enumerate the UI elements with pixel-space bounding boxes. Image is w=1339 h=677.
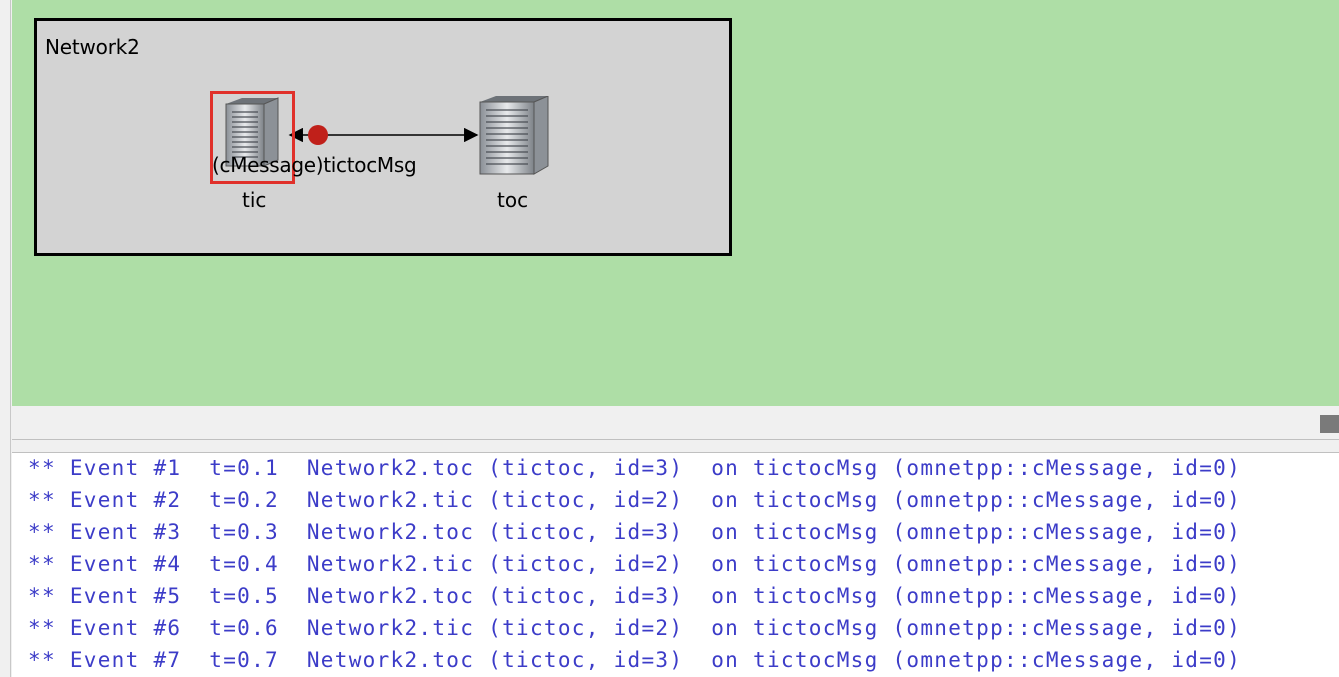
- toc-label: toc: [497, 188, 529, 212]
- server-icon: [479, 95, 549, 175]
- network-module-box[interactable]: Network2 (cMessage)tictocMsg tic toc: [34, 18, 732, 256]
- log-line: ** Event #7 t=0.7 Network2.toc (tictoc, …: [28, 648, 1242, 672]
- event-log[interactable]: ** Event #1 t=0.1 Network2.toc (tictoc, …: [12, 452, 1339, 677]
- connection-layer: [288, 125, 479, 145]
- log-line: ** Event #5 t=0.5 Network2.toc (tictoc, …: [28, 584, 1242, 608]
- log-line: ** Event #3 t=0.3 Network2.toc (tictoc, …: [28, 520, 1242, 544]
- toc-module-icon[interactable]: [478, 95, 550, 176]
- resize-grip[interactable]: [1320, 415, 1339, 433]
- log-line: ** Event #6 t=0.6 Network2.tic (tictoc, …: [28, 616, 1242, 640]
- log-line: ** Event #2 t=0.2 Network2.tic (tictoc, …: [28, 488, 1242, 512]
- network-canvas[interactable]: Network2 (cMessage)tictocMsg tic toc: [12, 0, 1339, 406]
- message-label: (cMessage)tictocMsg: [212, 153, 417, 177]
- message-dot[interactable]: [308, 125, 328, 145]
- left-panel-edge: [0, 0, 11, 677]
- log-line: ** Event #4 t=0.4 Network2.tic (tictoc, …: [28, 552, 1242, 576]
- canvas-scrollbar-area[interactable]: [12, 406, 1339, 440]
- tic-label: tic: [242, 188, 267, 212]
- log-line: ** Event #1 t=0.1 Network2.toc (tictoc, …: [28, 456, 1242, 480]
